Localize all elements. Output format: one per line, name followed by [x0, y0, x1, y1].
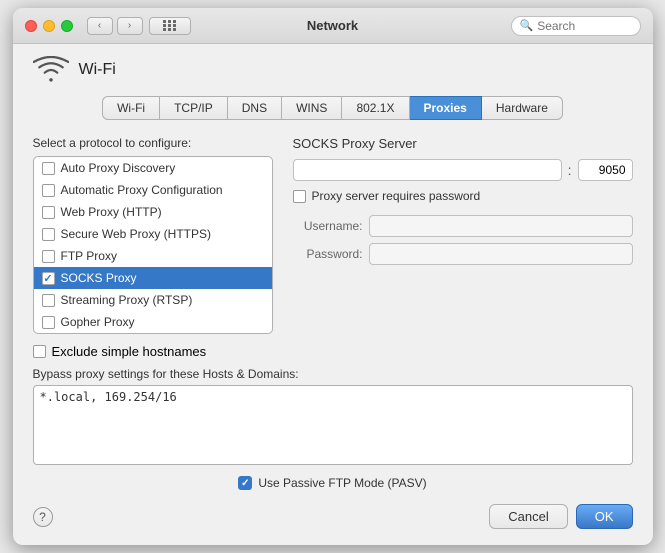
pasv-row: ✓ Use Passive FTP Mode (PASV)	[33, 476, 633, 490]
pasv-label: Use Passive FTP Mode (PASV)	[258, 476, 426, 490]
tabs: Wi-Fi TCP/IP DNS WINS 802.1X Proxies Har…	[33, 96, 633, 120]
window-title: Network	[307, 18, 358, 33]
protocol-label-gopher-proxy: Gopher Proxy	[61, 315, 135, 329]
tab-hardware[interactable]: Hardware	[482, 96, 563, 120]
protocol-label-web-proxy-http: Web Proxy (HTTP)	[61, 205, 162, 219]
colon-separator: :	[568, 162, 572, 178]
username-input[interactable]	[369, 215, 633, 237]
footer: ? Cancel OK	[33, 504, 633, 529]
wifi-header: Wi-Fi	[33, 56, 633, 84]
network-window: ‹ › Network 🔍 Wi-Fi	[13, 8, 653, 545]
content-area: Wi-Fi Wi-Fi TCP/IP DNS WINS 802.1X Proxi…	[13, 44, 653, 545]
protocol-label-streaming-proxy: Streaming Proxy (RTSP)	[61, 293, 193, 307]
checkbox-auto-proxy-discovery[interactable]	[42, 162, 55, 175]
exclude-row: Exclude simple hostnames	[33, 344, 633, 359]
ok-button[interactable]: OK	[576, 504, 633, 529]
protocol-label-secure-web-proxy: Secure Web Proxy (HTTPS)	[61, 227, 211, 241]
checkbox-secure-web-proxy[interactable]	[42, 228, 55, 241]
checkbox-streaming-proxy[interactable]	[42, 294, 55, 307]
socks-server-input[interactable]	[293, 159, 562, 181]
grid-button[interactable]	[149, 17, 191, 35]
protocol-label-ftp-proxy: FTP Proxy	[61, 249, 117, 263]
socks-server-row: :	[293, 159, 633, 181]
protocol-label-automatic-proxy-config: Automatic Proxy Configuration	[61, 183, 223, 197]
socks-section: SOCKS Proxy Server : Proxy server requir…	[293, 136, 633, 334]
tab-tcpip[interactable]: TCP/IP	[160, 96, 228, 120]
password-required-checkbox[interactable]	[293, 190, 306, 203]
maximize-button[interactable]	[61, 20, 73, 32]
socks-title: SOCKS Proxy Server	[293, 136, 633, 151]
checkbox-ftp-proxy[interactable]	[42, 250, 55, 263]
search-box[interactable]: 🔍	[511, 16, 641, 36]
grid-icon	[163, 20, 177, 31]
bottom-section: Exclude simple hostnames Bypass proxy se…	[33, 344, 633, 490]
password-requires-row: Proxy server requires password	[293, 189, 633, 203]
protocol-item-socks-proxy[interactable]: ✓ SOCKS Proxy	[34, 267, 272, 289]
tab-wifi[interactable]: Wi-Fi	[102, 96, 160, 120]
username-row: Username:	[293, 215, 633, 237]
cancel-button[interactable]: Cancel	[489, 504, 567, 529]
back-button[interactable]: ‹	[87, 17, 113, 35]
password-input[interactable]	[369, 243, 633, 265]
forward-button[interactable]: ›	[117, 17, 143, 35]
username-label: Username:	[293, 219, 363, 233]
protocol-section: Select a protocol to configure: Auto Pro…	[33, 136, 273, 334]
tab-wins[interactable]: WINS	[282, 96, 342, 120]
socks-port-input[interactable]	[578, 159, 633, 181]
protocol-item-ftp-proxy[interactable]: FTP Proxy	[34, 245, 272, 267]
protocol-item-web-proxy-http[interactable]: Web Proxy (HTTP)	[34, 201, 272, 223]
exclude-hostnames-checkbox[interactable]	[33, 345, 46, 358]
password-row: Password:	[293, 243, 633, 265]
search-icon: 🔍	[520, 19, 534, 32]
checkmark-icon: ✓	[43, 272, 52, 285]
pasv-checkmark-icon: ✓	[241, 478, 249, 489]
protocol-label-socks-proxy: SOCKS Proxy	[61, 271, 137, 285]
search-input[interactable]	[537, 19, 631, 33]
tab-8021x[interactable]: 802.1X	[342, 96, 409, 120]
title-bar: ‹ › Network 🔍	[13, 8, 653, 44]
protocol-item-secure-web-proxy[interactable]: Secure Web Proxy (HTTPS)	[34, 223, 272, 245]
protocol-section-label: Select a protocol to configure:	[33, 136, 273, 150]
main-panel: Select a protocol to configure: Auto Pro…	[33, 136, 633, 334]
help-button[interactable]: ?	[33, 507, 53, 527]
bypass-textarea[interactable]	[33, 385, 633, 465]
traffic-lights	[25, 20, 73, 32]
wifi-label: Wi-Fi	[79, 61, 116, 79]
nav-buttons: ‹ ›	[87, 17, 143, 35]
checkbox-automatic-proxy-config[interactable]	[42, 184, 55, 197]
bypass-label: Bypass proxy settings for these Hosts & …	[33, 367, 633, 381]
tab-dns[interactable]: DNS	[228, 96, 282, 120]
password-label: Password:	[293, 247, 363, 261]
pasv-checkbox[interactable]: ✓	[238, 476, 252, 490]
checkbox-socks-proxy[interactable]: ✓	[42, 272, 55, 285]
protocol-label-auto-proxy-discovery: Auto Proxy Discovery	[61, 161, 176, 175]
exclude-hostnames-label: Exclude simple hostnames	[52, 344, 207, 359]
protocol-item-automatic-proxy-config[interactable]: Automatic Proxy Configuration	[34, 179, 272, 201]
password-required-label: Proxy server requires password	[312, 189, 481, 203]
wifi-icon	[33, 56, 69, 84]
protocol-list: Auto Proxy Discovery Automatic Proxy Con…	[33, 156, 273, 334]
footer-buttons: Cancel OK	[489, 504, 632, 529]
checkbox-gopher-proxy[interactable]	[42, 316, 55, 329]
protocol-item-auto-proxy-discovery[interactable]: Auto Proxy Discovery	[34, 157, 272, 179]
protocol-item-gopher-proxy[interactable]: Gopher Proxy	[34, 311, 272, 333]
checkbox-web-proxy-http[interactable]	[42, 206, 55, 219]
protocol-item-streaming-proxy[interactable]: Streaming Proxy (RTSP)	[34, 289, 272, 311]
close-button[interactable]	[25, 20, 37, 32]
minimize-button[interactable]	[43, 20, 55, 32]
tab-proxies[interactable]: Proxies	[410, 96, 482, 120]
